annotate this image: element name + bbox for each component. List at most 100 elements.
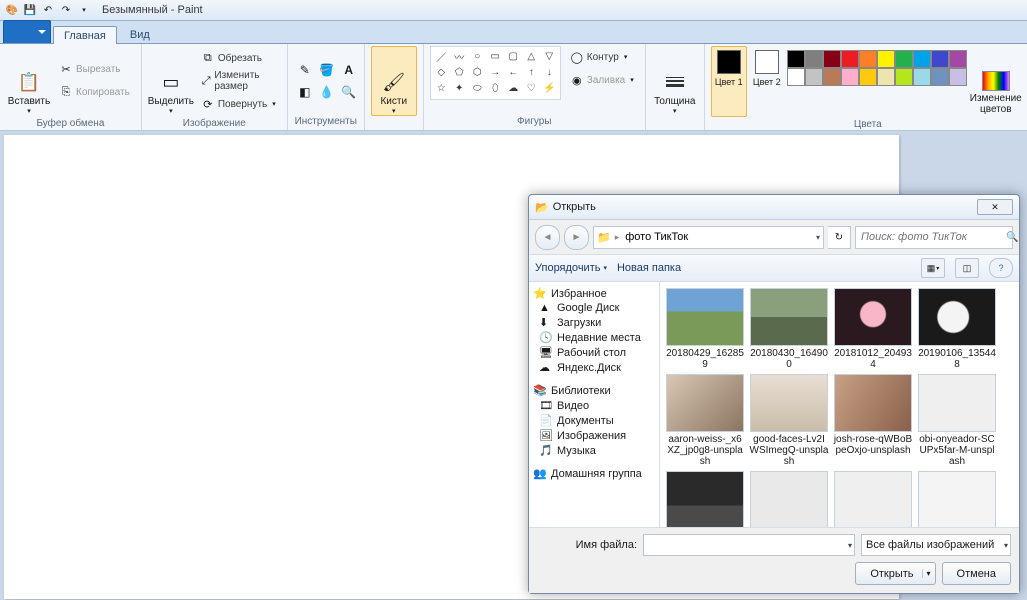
chevron-down-icon[interactable]: ▾ (816, 233, 820, 242)
open-button[interactable]: Открыть▾ (855, 562, 935, 585)
organize-button[interactable]: Упорядочить▾ (535, 262, 607, 274)
address-input[interactable] (623, 230, 812, 244)
pencil-tool[interactable]: ✎ (294, 59, 316, 81)
fill-tool[interactable]: 🪣 (316, 59, 338, 81)
palette-swatch[interactable] (823, 68, 841, 86)
color1-button[interactable]: Цвет 1 (711, 46, 747, 117)
tree-libraries[interactable]: 📚Библиотеки (529, 383, 659, 398)
palette-swatch[interactable] (949, 50, 967, 68)
rotate-button[interactable]: ⟳Повернуть▾ (196, 93, 281, 115)
file-item[interactable]: obi-onyeador-SCUPx5far-M-unsplash (916, 374, 998, 467)
chevron-down-icon[interactable]: ▾ (1004, 541, 1008, 550)
palette-swatch[interactable] (859, 68, 877, 86)
search-box[interactable]: 🔍 (855, 226, 1013, 249)
file-item[interactable]: Screenshot_20210 (748, 471, 830, 527)
select-button[interactable]: ▭ Выделить ▾ (148, 46, 194, 116)
palette-swatch[interactable] (805, 50, 823, 68)
filename-combo[interactable]: ▾ (643, 534, 855, 556)
help-button[interactable]: ? (989, 258, 1013, 278)
redo-icon[interactable]: ↷ (58, 2, 74, 18)
file-item[interactable]: 20180430_164900 (748, 288, 830, 370)
tree-downloads[interactable]: ⬇Загрузки (529, 315, 659, 330)
palette-swatch[interactable] (931, 50, 949, 68)
resize-button[interactable]: ⤢Изменить размер (196, 70, 281, 92)
file-item[interactable]: Screenshot_20210 (916, 471, 998, 527)
tab-home[interactable]: Главная (53, 26, 117, 44)
tree-pictures[interactable]: 🖼Изображения (529, 428, 659, 443)
tree-desktop[interactable]: 🖥Рабочий стол (529, 345, 659, 360)
search-input[interactable] (859, 230, 1006, 244)
text-tool[interactable]: A (338, 59, 360, 81)
preview-pane-button[interactable]: ◫ (955, 258, 979, 278)
tab-view[interactable]: Вид (119, 25, 161, 43)
address-bar[interactable]: 📁 ▸ ▾ (593, 226, 824, 249)
palette-swatch[interactable] (895, 68, 913, 86)
palette-swatch[interactable] (931, 68, 949, 86)
save-icon[interactable]: 💾 (22, 2, 38, 18)
file-item[interactable]: 20180429_162859 (664, 288, 746, 370)
file-item[interactable]: josh-rose-qWBoBpeOxjo-unsplash (832, 374, 914, 467)
shape-outline-button[interactable]: ◯Контур▾ (565, 46, 639, 68)
crop-button[interactable]: ⧉Обрезать (196, 47, 281, 69)
file-item[interactable]: olivier-bergeron- (664, 471, 746, 527)
copy-button[interactable]: ⎘Копировать (54, 82, 135, 104)
qat-dropdown-icon[interactable]: ▾ (76, 2, 92, 18)
close-button[interactable]: ✕ (977, 199, 1013, 215)
view-button[interactable]: ▦▾ (921, 258, 945, 278)
palette-swatch[interactable] (787, 50, 805, 68)
palette-swatch[interactable] (913, 68, 931, 86)
palette-swatch[interactable] (859, 50, 877, 68)
file-tab[interactable] (3, 20, 51, 43)
select-label: Выделить (148, 96, 194, 107)
chevron-down-icon[interactable]: ▾ (922, 569, 931, 578)
palette-swatch[interactable] (949, 68, 967, 86)
cancel-button[interactable]: Отмена (942, 562, 1011, 585)
tree-homegroup[interactable]: 👥Домашняя группа (529, 466, 659, 481)
crop-icon: ⧉ (201, 51, 215, 65)
nav-tree[interactable]: ⭐Избранное ▲Google Диск ⬇Загрузки 🕓Недав… (529, 282, 660, 527)
file-item[interactable]: good-faces-Lv2IWSImegQ-unsplash (748, 374, 830, 467)
edit-colors-button[interactable]: Изменение цветов (967, 46, 1025, 116)
shapes-gallery[interactable]: ／〰○▭▢△▽ ◇⬠⬡→←↑↓ ☆✦⬭⬯☁♡⚡ (430, 46, 561, 100)
palette-swatch[interactable] (895, 50, 913, 68)
tree-videos[interactable]: 🎞Видео (529, 398, 659, 413)
filename-input[interactable] (648, 538, 850, 552)
tree-documents[interactable]: 📄Документы (529, 413, 659, 428)
palette-swatch[interactable] (823, 50, 841, 68)
color-palette[interactable] (787, 46, 965, 117)
tree-music[interactable]: 🎵Музыка (529, 443, 659, 458)
palette-swatch[interactable] (841, 68, 859, 86)
color2-button[interactable]: Цвет 2 (749, 46, 785, 117)
file-item[interactable]: 20181012_204934 (832, 288, 914, 370)
palette-swatch[interactable] (841, 50, 859, 68)
filter-combo[interactable]: Все файлы изображений▾ (861, 534, 1011, 556)
size-button[interactable]: Толщина ▾ (652, 46, 698, 116)
file-item[interactable]: Screenshot_20210 (832, 471, 914, 527)
file-list[interactable]: 20180429_16285920180430_16490020181012_2… (660, 282, 1019, 527)
forward-button[interactable]: ► (564, 225, 589, 250)
brushes-button[interactable]: 🖌 Кисти ▾ (371, 46, 417, 116)
tree-favorites[interactable]: ⭐Избранное (529, 286, 659, 301)
palette-swatch[interactable] (913, 50, 931, 68)
paste-button[interactable]: 📋 Вставить ▾ (6, 46, 52, 116)
new-folder-button[interactable]: Новая папка (617, 262, 681, 274)
palette-swatch[interactable] (877, 50, 895, 68)
file-item[interactable]: aaron-weiss-_x6XZ_jp0g8-unsplash (664, 374, 746, 467)
magnifier-tool[interactable]: 🔍 (338, 81, 360, 103)
palette-swatch[interactable] (877, 68, 895, 86)
palette-swatch[interactable] (787, 68, 805, 86)
shape-fill-button[interactable]: ◉Заливка▾ (565, 69, 639, 91)
eraser-tool[interactable]: ◧ (294, 81, 316, 103)
refresh-button[interactable]: ↻ (828, 226, 851, 249)
tree-recent[interactable]: 🕓Недавние места (529, 330, 659, 345)
tree-gdrive[interactable]: ▲Google Диск (529, 301, 659, 315)
picker-tool[interactable]: 💧 (316, 81, 338, 103)
palette-swatch[interactable] (805, 68, 823, 86)
group-shapes: ／〰○▭▢△▽ ◇⬠⬡→←↑↓ ☆✦⬭⬯☁♡⚡ ◯Контур▾ ◉Заливк… (424, 44, 646, 130)
back-button[interactable]: ◄ (535, 225, 560, 250)
file-item[interactable]: 20190106_135448 (916, 288, 998, 370)
undo-icon[interactable]: ↶ (40, 2, 56, 18)
chevron-down-icon[interactable]: ▾ (848, 541, 852, 550)
cut-button[interactable]: ✂Вырезать (54, 59, 135, 81)
tree-ydisk[interactable]: ☁Яндекс.Диск (529, 360, 659, 375)
